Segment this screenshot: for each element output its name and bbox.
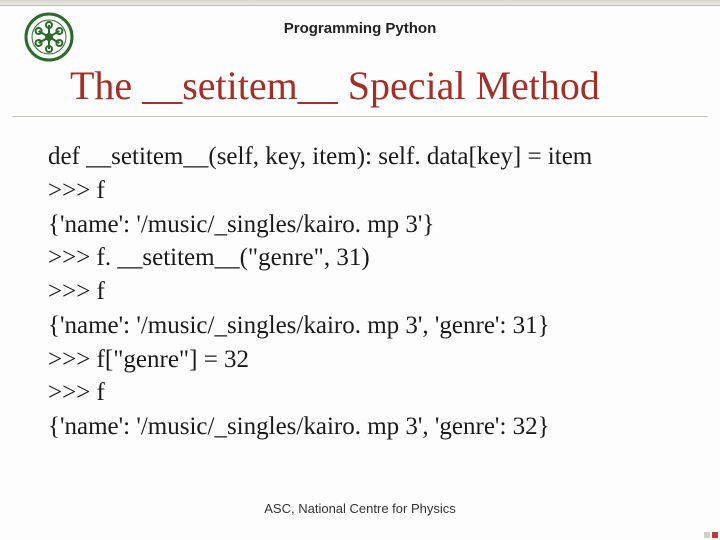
code-line: {'name': '/music/_singles/kairo. mp 3'} [48, 208, 680, 242]
footer-text: ASC, National Centre for Physics [0, 501, 720, 516]
code-line: {'name': '/music/_singles/kairo. mp 3', … [48, 410, 680, 444]
code-line: >>> f [48, 174, 680, 208]
title-underline [12, 116, 708, 117]
code-line: >>> f. __setitem__("genre", 31) [48, 241, 680, 275]
top-border-bar [0, 0, 720, 6]
code-block: def __setitem__(self, key, item): self. … [48, 140, 680, 444]
code-line: >>> f [48, 376, 680, 410]
code-line: >>> f [48, 275, 680, 309]
code-line: {'name': '/music/_singles/kairo. mp 3', … [48, 309, 680, 343]
slide: Programming Python The __setitem__ Speci… [0, 0, 720, 540]
corner-accent-icon [698, 518, 720, 540]
slide-title: The __setitem__ Special Method [70, 62, 690, 109]
header: Programming Python [0, 8, 720, 68]
code-line: def __setitem__(self, key, item): self. … [48, 140, 680, 174]
code-line: >>> f["genre"] = 32 [48, 343, 680, 377]
course-title: Programming Python [0, 20, 720, 37]
